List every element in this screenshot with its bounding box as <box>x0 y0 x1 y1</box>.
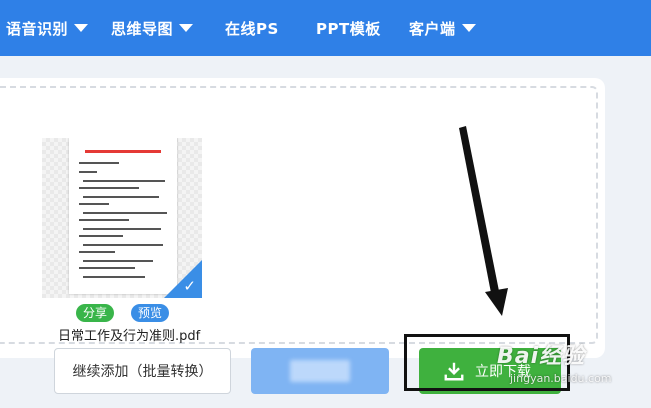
checkmark-icon: ✓ <box>183 277 196 295</box>
doc-line <box>83 260 153 262</box>
nav-item-client[interactable]: 客户端 <box>409 0 476 56</box>
doc-line <box>79 187 139 189</box>
doc-line <box>83 244 163 246</box>
nav-item-label: 在线PS <box>225 19 279 38</box>
doc-line <box>83 212 167 214</box>
doc-line <box>79 267 135 269</box>
blurred-label <box>290 360 350 382</box>
nav-item-speech-recognition[interactable]: 语音识别 <box>6 0 89 56</box>
doc-line <box>83 180 165 182</box>
doc-line <box>79 171 97 173</box>
doc-line <box>79 235 123 237</box>
doc-line <box>79 251 115 253</box>
drop-zone[interactable]: ✓ 分享 预览 日常工作及行为准则.pdf <box>0 86 598 344</box>
top-nav: 语音识别 思维导图 在线PS PPT模板 客户端 <box>0 0 651 56</box>
caret-down-icon <box>461 24 476 32</box>
doc-title-line <box>85 150 161 153</box>
caret-down-icon <box>74 24 89 32</box>
watermark-site: jingyan.baidu.com <box>510 372 612 385</box>
upload-card: ✓ 分享 预览 日常工作及行为准则.pdf <box>0 78 605 358</box>
watermark-brand: Bai经验 <box>497 344 586 369</box>
nav-item-label: 语音识别 <box>6 19 69 38</box>
doc-line <box>83 228 161 230</box>
doc-line <box>83 276 145 278</box>
nav-item-online-ps[interactable]: 在线PS <box>225 0 279 56</box>
doc-line <box>79 219 129 221</box>
continue-add-button[interactable]: 继续添加（批量转换） <box>54 348 231 394</box>
file-name: 日常工作及行为准则.pdf <box>58 329 201 344</box>
nav-item-label: 客户端 <box>409 19 456 38</box>
nav-item-ppt-templates[interactable]: PPT模板 <box>316 0 381 56</box>
nav-item-label: 思维导图 <box>111 19 174 38</box>
nav-item-label: PPT模板 <box>316 19 381 38</box>
nav-item-mind-map[interactable]: 思维导图 <box>111 0 194 56</box>
doc-line <box>83 196 159 198</box>
preview-button[interactable]: 预览 <box>131 304 170 322</box>
share-button[interactable]: 分享 <box>76 304 115 322</box>
doc-line <box>79 203 109 205</box>
document-preview <box>69 138 177 294</box>
file-thumbnail[interactable]: ✓ <box>42 138 202 298</box>
caret-down-icon <box>179 24 194 32</box>
blurred-button[interactable] <box>251 348 389 394</box>
doc-line <box>79 162 119 164</box>
